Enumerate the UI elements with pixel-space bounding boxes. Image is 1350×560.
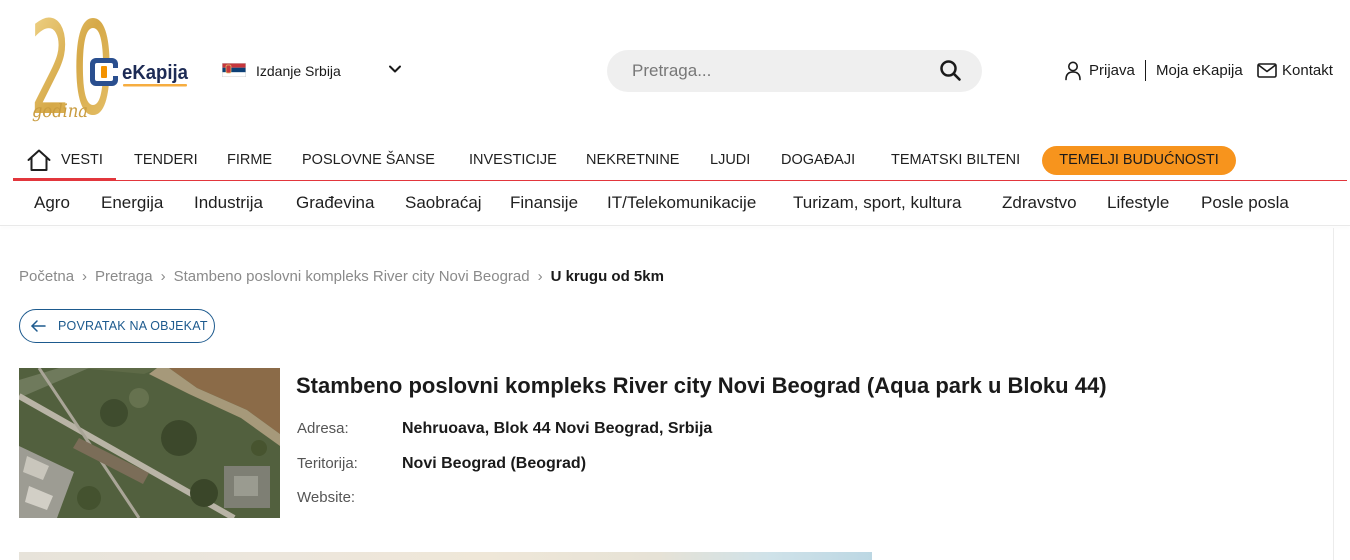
nav-item-investicije[interactable]: INVESTICIJE [469, 144, 557, 176]
subnav-item-lifestyle[interactable]: Lifestyle [1107, 187, 1169, 219]
chevron-down-icon [389, 65, 401, 73]
nav-item-ljudi[interactable]: LJUDI [710, 144, 750, 176]
logo-brand: eKapija [122, 62, 189, 84]
ekapija-icon [90, 58, 119, 86]
breadcrumb: Početna › Pretraga › Stambeno poslovni k… [19, 268, 664, 286]
content-edge [1333, 228, 1334, 560]
user-icon[interactable] [1064, 61, 1082, 81]
subnav-item-agro[interactable]: Agro [34, 187, 70, 219]
logo-graphic: 20 godina eKapija [30, 0, 189, 144]
breadcrumb-separator: › [537, 268, 543, 285]
logo-tagline [123, 84, 187, 87]
breadcrumb-search[interactable]: Pretraga [95, 268, 153, 286]
back-button-label: POVRATAK NA OBJEKAT [58, 319, 208, 333]
subnav-item-gradjevina[interactable]: Građevina [296, 187, 374, 219]
search-bar [607, 50, 982, 92]
back-to-object-button[interactable]: POVRATAK NA OBJEKAT [19, 309, 215, 343]
nav-item-vesti[interactable]: VESTI [13, 144, 116, 177]
logo-anniversary-word: godina [32, 100, 88, 122]
object-title: Stambeno poslovni kompleks River city No… [296, 373, 1107, 398]
edition-selector[interactable]: Izdanje Srbija [220, 58, 410, 84]
subnav-item-finansije[interactable]: Finansije [510, 187, 578, 219]
nav-item-firme[interactable]: FIRME [227, 144, 272, 176]
address-label: Adresa: [297, 420, 349, 437]
home-icon [27, 149, 51, 171]
site-logo[interactable]: 20 godina eKapija [25, 0, 195, 144]
mail-icon[interactable] [1257, 63, 1277, 78]
nav-item-temelji-buducnosti[interactable]: TEMELJI BUDUĆNOSTI [1042, 146, 1236, 175]
nav-item-poslovne-sanse[interactable]: POSLOVNE ŠANSE [302, 144, 435, 176]
subnav-item-saobracaj[interactable]: Saobraćaj [405, 187, 482, 219]
header-divider [0, 225, 1350, 226]
address-value: Nehruoava, Blok 44 Novi Beograd, Srbija [402, 420, 713, 437]
nav-underline [13, 180, 1347, 181]
website-label: Website: [297, 489, 356, 506]
header-link-divider [1145, 60, 1146, 81]
territory-label: Teritorija: [297, 455, 358, 472]
search-icon[interactable] [940, 60, 962, 82]
nav-item-tematski-bilteni[interactable]: TEMATSKI BILTENI [891, 144, 1020, 176]
edition-label: Izdanje Srbija [256, 63, 341, 79]
search-input[interactable] [632, 50, 932, 92]
nav-item-label: VESTI [61, 152, 103, 168]
subnav-item-energija[interactable]: Energija [101, 187, 163, 219]
subnav-item-it-telekomunikacije[interactable]: IT/Telekomunikacije [607, 187, 756, 219]
breadcrumb-home[interactable]: Početna [19, 268, 74, 286]
breadcrumb-current: U krugu od 5km [550, 268, 664, 285]
contact-link[interactable]: Kontakt [1282, 60, 1333, 82]
map[interactable] [19, 552, 872, 560]
territory-value: Novi Beograd (Beograd) [402, 455, 587, 472]
arrow-left-icon [31, 320, 46, 332]
nav-item-nekretnine[interactable]: NEKRETNINE [586, 144, 679, 176]
object-aerial-photo [19, 368, 280, 518]
my-account-link[interactable]: Moja eKapija [1156, 60, 1243, 82]
subnav-item-industrija[interactable]: Industrija [194, 187, 263, 219]
nav-item-dogadjaji[interactable]: DOGAĐAJI [781, 144, 855, 176]
serbia-flag-icon [222, 63, 246, 77]
nav-active-indicator [13, 178, 116, 181]
breadcrumb-separator: › [160, 268, 166, 285]
breadcrumb-separator: › [82, 268, 88, 285]
subnav-item-zdravstvo[interactable]: Zdravstvo [1002, 187, 1077, 219]
subnav-item-turizam-sport-kultura[interactable]: Turizam, sport, kultura [793, 187, 961, 219]
nav-item-tenderi[interactable]: TENDERI [134, 144, 198, 176]
breadcrumb-object[interactable]: Stambeno poslovni kompleks River city No… [174, 268, 530, 286]
login-link[interactable]: Prijava [1089, 60, 1135, 82]
subnav-item-posle-posla[interactable]: Posle posla [1201, 187, 1289, 219]
